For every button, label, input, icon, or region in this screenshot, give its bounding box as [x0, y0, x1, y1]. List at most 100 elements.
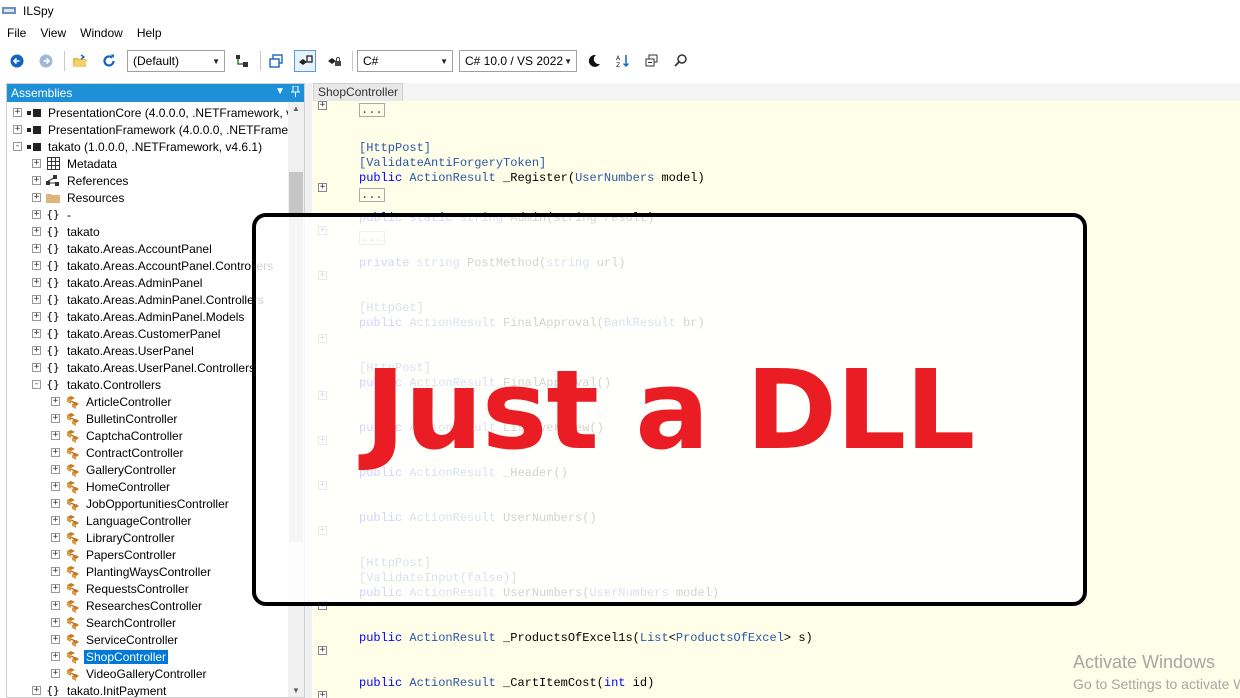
collapse-icon[interactable]: - [13, 142, 22, 151]
tree-item[interactable]: + PresentationCore (4.0.0.0, .NETFramewor… [13, 104, 301, 121]
tree-item[interactable]: + BulletinController [51, 410, 179, 427]
expand-icon[interactable]: + [51, 669, 60, 678]
expand-icon[interactable]: + [51, 567, 60, 576]
open-button[interactable] [69, 50, 91, 72]
pin-icon[interactable] [291, 85, 300, 100]
expand-icon[interactable]: + [51, 448, 60, 457]
tree-item[interactable]: + LanguageController [51, 512, 193, 529]
expand-icon[interactable]: + [32, 686, 41, 695]
tree-item[interactable]: + {} - [32, 206, 73, 223]
expand-icon[interactable]: + [51, 533, 60, 542]
expand-icon[interactable]: + [32, 261, 41, 270]
tree-item[interactable]: + {} takato.Areas.UserPanel [32, 342, 196, 359]
tree-item[interactable]: + RequestsController [51, 580, 191, 597]
tree-item[interactable]: + {} takato.Areas.AdminPanel.Controllers [32, 291, 266, 308]
expand-icon[interactable]: + [32, 312, 41, 321]
tree-item[interactable]: -{} takato.Controllers [32, 376, 163, 393]
tree-item[interactable]: + VideoGalleryController [51, 665, 209, 682]
scroll-up-icon[interactable]: ▲ [292, 104, 300, 113]
tree-item[interactable]: + {} takato.Areas.AdminPanel [32, 274, 204, 291]
scroll-down-icon[interactable]: ▼ [292, 686, 300, 695]
tree-item[interactable]: + {} takato.Areas.AdminPanel.Models [32, 308, 246, 325]
menu-file[interactable]: File [0, 26, 33, 40]
reload-button[interactable] [98, 50, 120, 72]
tree-item[interactable]: + {} takato.Areas.CustomerPanel [32, 325, 222, 342]
expand-icon[interactable]: + [51, 601, 60, 610]
expand-icon[interactable]: + [13, 125, 22, 134]
tree-item[interactable]: + JobOpportunitiesController [51, 495, 231, 512]
expand-icon[interactable]: + [32, 227, 41, 236]
tree-item[interactable]: + ResearchesController [51, 597, 204, 614]
expand-icon[interactable]: + [13, 108, 22, 117]
tree-item[interactable]: + {} takato.Areas.AccountPanel.Controllers [32, 257, 275, 274]
back-button[interactable] [6, 50, 28, 72]
expand-icon[interactable]: + [32, 176, 41, 185]
tree-item[interactable]: + CaptchaController [51, 427, 185, 444]
expand-icon[interactable]: + [32, 346, 41, 355]
collapsed-method-body[interactable]: ... [359, 103, 385, 117]
tree-item[interactable]: + Metadata [32, 155, 119, 172]
tree-item[interactable]: + HomeController [51, 478, 172, 495]
manage-assembly-lists-button[interactable] [231, 50, 253, 72]
language-dropdown[interactable]: C# ▼ [357, 50, 453, 72]
search-button[interactable] [670, 50, 692, 72]
pane-dropdown-icon[interactable]: ▼ [275, 86, 285, 100]
tree-item[interactable]: + PlantingWaysController [51, 563, 213, 580]
expand-icon[interactable]: + [32, 295, 41, 304]
expand-icon[interactable]: + [51, 397, 60, 406]
expand-icon[interactable]: + [51, 584, 60, 593]
tree-item[interactable]: + {} takato [32, 223, 102, 240]
show-private-toggle[interactable] [323, 50, 345, 72]
expand-icon[interactable]: + [51, 465, 60, 474]
expand-icon[interactable]: + [51, 499, 60, 508]
tree-item[interactable]: + ShopController [51, 648, 169, 665]
tree-item[interactable]: + ContractController [51, 444, 185, 461]
tree-item[interactable]: + ServiceController [51, 631, 180, 648]
tab-shopcontroller[interactable]: ShopController [313, 83, 404, 101]
expand-icon[interactable]: + [32, 244, 41, 253]
menu-view[interactable]: View [33, 26, 73, 40]
tree-item[interactable]: + {} takato.Areas.AccountPanel [32, 240, 214, 257]
tree-item[interactable]: + {} takato.InitPayment [32, 682, 168, 697]
expand-icon[interactable]: + [51, 431, 60, 440]
fold-expand-icon[interactable]: + [318, 691, 327, 698]
fold-expand-icon[interactable]: + [318, 646, 327, 655]
expand-icon[interactable]: + [51, 618, 60, 627]
expand-icon[interactable]: + [51, 652, 60, 661]
sort-button[interactable]: AZ [612, 50, 634, 72]
expand-icon[interactable]: + [51, 516, 60, 525]
expand-icon[interactable]: + [32, 193, 41, 202]
tree-item[interactable]: + GalleryController [51, 461, 178, 478]
forward-button[interactable] [35, 50, 57, 72]
expand-icon[interactable]: + [51, 414, 60, 423]
tree-item[interactable]: + References [32, 172, 130, 189]
expand-icon[interactable]: + [32, 329, 41, 338]
expand-icon[interactable]: + [51, 635, 60, 644]
fold-expand-icon[interactable]: + [318, 183, 327, 192]
menu-window[interactable]: Window [73, 26, 130, 40]
expand-icon[interactable]: + [32, 363, 41, 372]
expand-icon[interactable]: + [32, 159, 41, 168]
fold-expand-icon[interactable]: + [318, 101, 327, 110]
show-public-only-toggle[interactable] [294, 50, 316, 72]
tree-item[interactable]: + PresentationFramework (4.0.0.0, .NETFra… [13, 121, 299, 138]
tree-item[interactable]: + LibraryController [51, 529, 177, 546]
expand-icon[interactable]: + [51, 482, 60, 491]
assembly-list-dropdown[interactable]: (Default) ▼ [127, 50, 225, 72]
collapse-icon[interactable]: - [32, 380, 41, 389]
tree-item[interactable]: + Resources [32, 189, 126, 206]
collapsed-method-body[interactable]: ... [359, 188, 385, 202]
expand-icon[interactable]: + [32, 278, 41, 287]
expand-icon[interactable]: + [32, 210, 41, 219]
language-version-dropdown[interactable]: C# 10.0 / VS 2022 ▼ [459, 50, 577, 72]
theme-toggle-button[interactable] [583, 50, 605, 72]
collapse-all-button[interactable] [641, 50, 663, 72]
tree-item[interactable]: - takato (1.0.0.0, .NETFramework, v4.6.1) [13, 138, 264, 155]
menu-help[interactable]: Help [130, 26, 169, 40]
show-all-button[interactable] [265, 50, 287, 72]
tree-item[interactable]: + {} takato.Areas.UserPanel.Controllers [32, 359, 257, 376]
tree-item[interactable]: + ArticleController [51, 393, 173, 410]
tree-item[interactable]: + PapersController [51, 546, 178, 563]
tree-item[interactable]: + SearchController [51, 614, 178, 631]
expand-icon[interactable]: + [51, 550, 60, 559]
